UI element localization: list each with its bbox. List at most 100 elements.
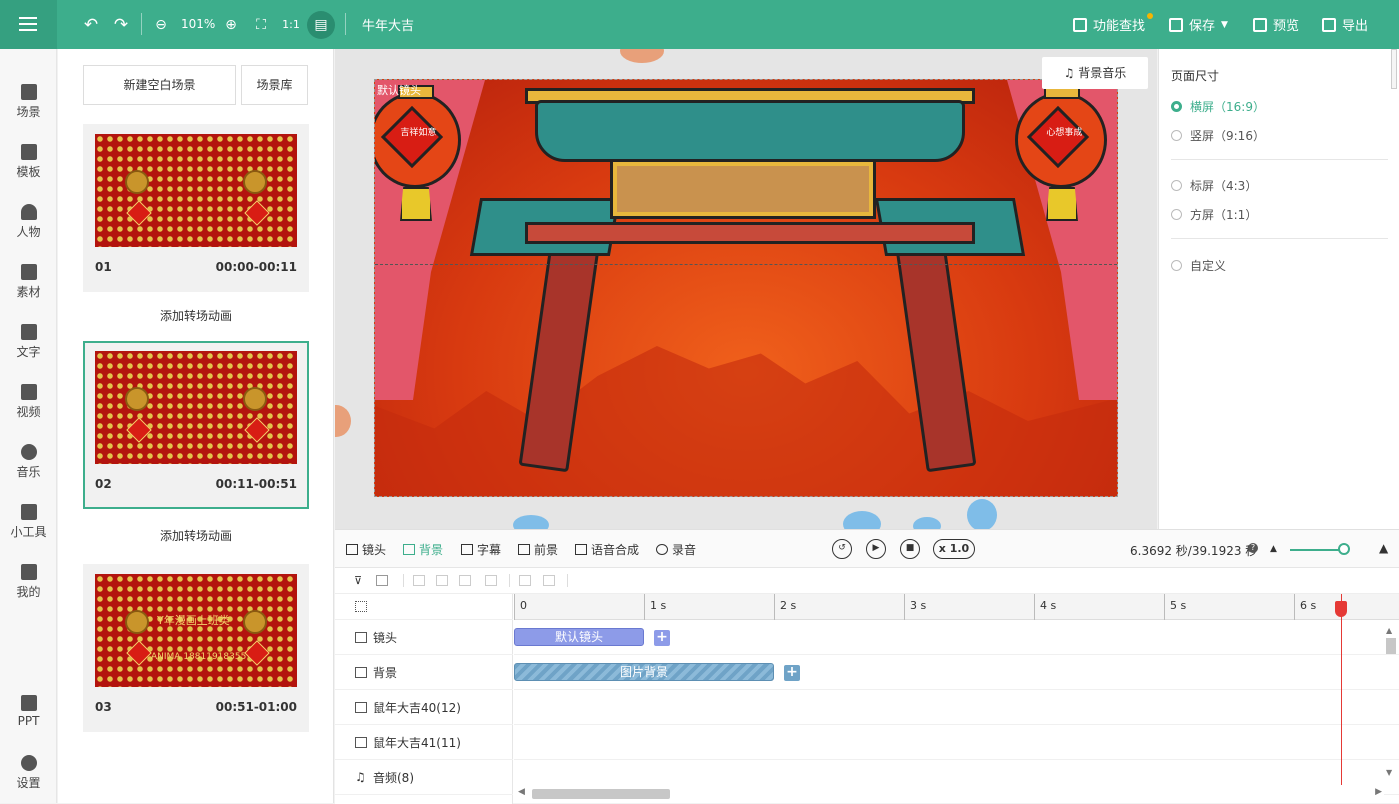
archway-roof[interactable] — [535, 100, 965, 162]
fullscreen-icon[interactable]: ⛶ — [250, 14, 272, 36]
timeline-zoom-track[interactable] — [1290, 549, 1344, 551]
layer-up-icon[interactable] — [519, 575, 531, 586]
film-mode-button[interactable]: ▤ — [307, 11, 335, 39]
lens-clip[interactable]: 默认镜头 — [514, 628, 644, 646]
scroll-up-icon[interactable]: ▲ — [1386, 626, 1392, 635]
timeline-panel: 镜头 背景 字幕 前景 语音合成 录音 ↺ ▶ ■ x 1.0 6.3692 秒… — [335, 529, 1399, 804]
canvas-area[interactable]: 吉祥如意 心想事成 默认镜头 ♫ 背景音乐 — [335, 49, 1157, 529]
option-custom[interactable]: 自定义 — [1171, 257, 1226, 274]
scene-card-02[interactable]: 02 00:11-00:51 — [83, 341, 309, 509]
track-label-audio[interactable]: ♫ 音频(8) — [335, 760, 513, 795]
scroll-left-icon[interactable]: ◀ — [518, 787, 525, 797]
scroll-down-icon[interactable]: ▼ — [1386, 768, 1392, 777]
nav-ppt[interactable]: PPT — [0, 689, 57, 739]
undo-icon[interactable]: ↶ — [80, 14, 102, 36]
scene-card-01[interactable]: 01 00:00-00:11 — [83, 124, 309, 292]
nav-music[interactable]: 音乐 — [0, 438, 57, 488]
save-button[interactable]: 保存 ▼ — [1169, 15, 1228, 34]
option-landscape[interactable]: 横屏（16:9） — [1171, 98, 1265, 115]
track-label-background[interactable]: 背景 — [335, 655, 513, 690]
nav-toolbox[interactable]: 小工具 — [0, 498, 57, 548]
preview-button[interactable]: 预览 — [1253, 15, 1299, 34]
zoom-small-icon[interactable]: ▲ — [1270, 544, 1277, 554]
add-lens-button[interactable]: + — [654, 630, 670, 646]
scene-card-03[interactable]: Y年漫画上班类 ANIMA 18811918355 03 00:51-01:00 — [83, 564, 309, 732]
nav-video[interactable]: 视频 — [0, 378, 57, 428]
tab-record[interactable]: 录音 — [656, 541, 696, 558]
horizontal-scrollbar[interactable]: ◀ ▶ — [514, 785, 1384, 801]
zoom-out-icon[interactable]: ⊖ — [150, 14, 172, 36]
tab-subtitle[interactable]: 字幕 — [461, 541, 501, 558]
align-left-icon[interactable] — [413, 575, 425, 586]
zoom-large-icon[interactable]: ▲ — [1379, 541, 1388, 555]
nav-scene[interactable]: 场景 — [0, 78, 57, 128]
play-button[interactable]: ▶ — [866, 539, 886, 559]
align-right-icon[interactable] — [459, 575, 471, 586]
stop-button[interactable]: ■ — [900, 539, 920, 559]
menu-button[interactable] — [0, 0, 57, 49]
track-row-image-40[interactable] — [514, 690, 1399, 725]
function-search-button[interactable]: 功能查找 — [1073, 15, 1145, 34]
track-label-image-41[interactable]: 鼠年大吉41(11) — [335, 725, 513, 760]
vertical-scrollbar[interactable]: ▲ ▼ — [1384, 626, 1398, 780]
add-background-button[interactable]: + — [784, 665, 800, 681]
option-portrait[interactable]: 竖屏（9:16） — [1171, 127, 1265, 144]
add-transition-link[interactable]: 添加转场动画 — [83, 307, 309, 324]
align-center-icon[interactable] — [436, 575, 448, 586]
distribute-icon[interactable] — [485, 575, 497, 586]
archway-board[interactable] — [610, 159, 876, 219]
background-music-button[interactable]: ♫ 背景音乐 — [1042, 57, 1148, 89]
background-clip[interactable]: 图片背景 — [514, 663, 774, 681]
add-transition-link[interactable]: 添加转场动画 — [83, 527, 309, 544]
tab-background-label: 背景 — [419, 543, 444, 557]
grid-icon[interactable] — [355, 601, 367, 612]
option-standard[interactable]: 标屏（4:3） — [1171, 177, 1257, 194]
tab-tts[interactable]: 语音合成 — [575, 541, 639, 558]
nav-person[interactable]: 人物 — [0, 198, 57, 248]
tab-foreground[interactable]: 前景 — [518, 541, 558, 558]
nav-material-label: 素材 — [16, 285, 41, 299]
camera-icon — [355, 631, 367, 643]
track-label-image-40[interactable]: 鼠年大吉40(12) — [335, 690, 513, 725]
foreground-icon — [518, 544, 530, 555]
option-square[interactable]: 方屏（1:1） — [1171, 206, 1257, 223]
nav-material[interactable]: 素材 — [0, 258, 57, 308]
option-square-label: 方屏（1:1） — [1190, 208, 1258, 222]
replay-button[interactable]: ↺ — [832, 539, 852, 559]
scene-library-button[interactable]: 场景库 — [241, 65, 308, 105]
track-grid-header — [335, 594, 513, 620]
timeline-ruler[interactable]: 0 1 s 2 s 3 s 4 s 5 s 6 s — [514, 594, 1399, 620]
track-row-image-41[interactable] — [514, 725, 1399, 760]
nav-text[interactable]: 文字 — [0, 318, 57, 368]
help-icon[interactable]: ? — [1248, 543, 1258, 553]
redo-icon[interactable]: ↷ — [110, 14, 132, 36]
export-button[interactable]: 导出 — [1322, 15, 1368, 34]
tab-lens[interactable]: 镜头 — [346, 541, 386, 558]
tab-background[interactable]: 背景 — [403, 541, 443, 558]
new-blank-scene-button[interactable]: 新建空白场景 — [83, 65, 236, 105]
speed-button[interactable]: x 1.0 — [933, 539, 975, 559]
vertical-scroll-thumb[interactable] — [1386, 638, 1396, 654]
nav-template[interactable]: 模板 — [0, 138, 57, 188]
nav-settings[interactable]: 设置 — [0, 749, 57, 799]
panel-scrollbar[interactable] — [1391, 49, 1397, 89]
layer-down-icon[interactable] — [543, 575, 555, 586]
timeline-zoom-slider[interactable] — [1338, 543, 1350, 555]
settings-icon — [20, 755, 37, 771]
actual-size-icon[interactable]: 1:1 — [280, 14, 302, 36]
film-icon: ▤ — [314, 17, 328, 33]
ruler-tick: 2 s — [780, 599, 797, 612]
zoom-level: 101% — [181, 17, 216, 31]
ruler-tick: 6 s — [1300, 599, 1317, 612]
archway-lintel[interactable] — [525, 222, 975, 244]
zoom-in-icon[interactable]: ⊕ — [220, 14, 242, 36]
group-icon[interactable] — [376, 575, 388, 586]
filter-icon[interactable]: ⊽ — [354, 575, 366, 586]
document-title[interactable]: 牛年大吉 — [362, 15, 414, 34]
track-label-lens[interactable]: 镜头 — [335, 620, 513, 655]
scroll-right-icon[interactable]: ▶ — [1375, 787, 1382, 797]
scene-stage[interactable]: 吉祥如意 心想事成 默认镜头 — [374, 79, 1118, 497]
nav-mine[interactable]: 我的 — [0, 558, 57, 608]
lantern-right[interactable]: 心想事成 — [1015, 85, 1107, 221]
horizontal-scroll-thumb[interactable] — [532, 789, 670, 799]
